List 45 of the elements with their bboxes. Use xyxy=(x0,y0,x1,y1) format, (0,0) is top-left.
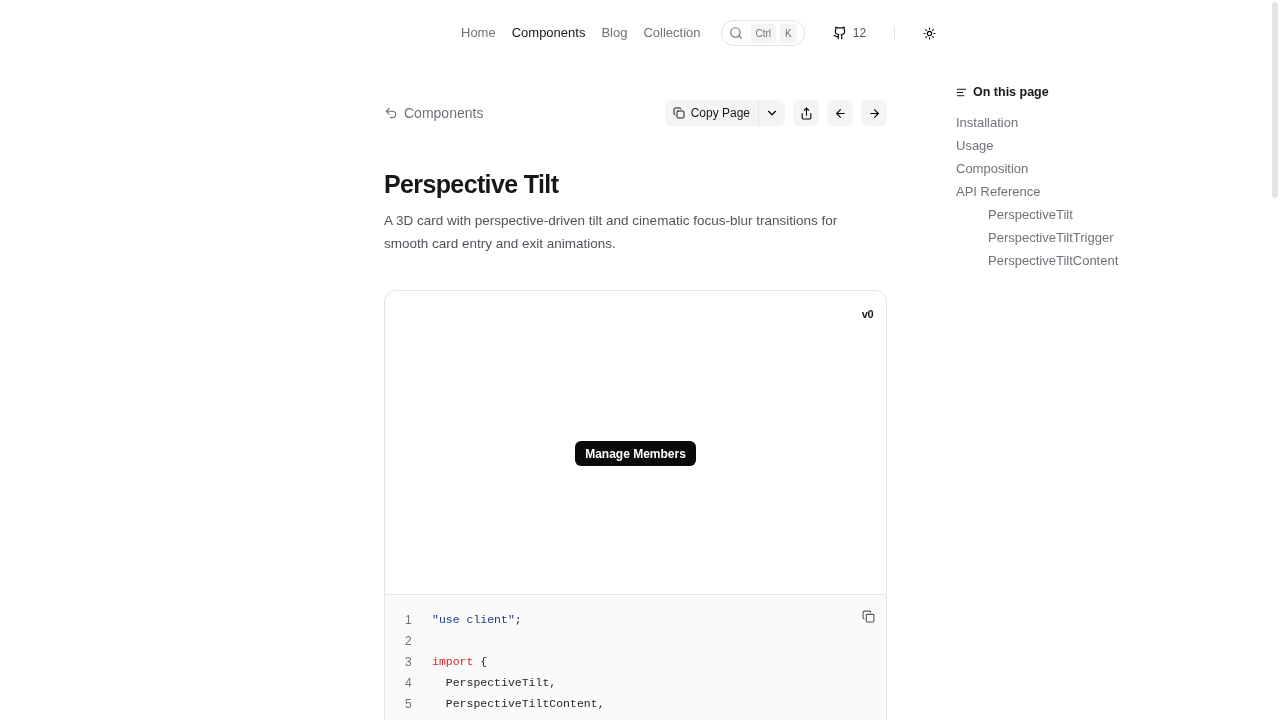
star-count: 12 xyxy=(852,25,867,42)
github-link[interactable]: 12 xyxy=(832,24,867,42)
github-icon xyxy=(832,26,847,40)
share-icon xyxy=(799,106,813,120)
manage-members-button[interactable]: Manage Members xyxy=(575,441,696,466)
toc-link[interactable]: PerspectiveTiltTrigger xyxy=(988,226,1114,249)
line-number: 5 xyxy=(404,695,413,713)
page-description: A 3D card with perspective-driven tilt and cinematic focus-blur transitions for smooth card entry and exit animations. xyxy=(384,212,839,253)
next-button[interactable] xyxy=(861,100,887,126)
toc-link[interactable]: API Reference xyxy=(956,180,1041,203)
key-hint: K xyxy=(780,23,797,43)
code-line: "use client"; xyxy=(432,611,522,628)
line-number: 1 xyxy=(404,611,413,629)
copy-code-button[interactable] xyxy=(862,610,875,623)
nav-link[interactable]: Home xyxy=(461,23,496,43)
copy-icon xyxy=(672,107,685,119)
line-number: 2 xyxy=(404,632,413,650)
line-number: 3 xyxy=(404,653,413,671)
back-link[interactable]: Components xyxy=(384,102,484,124)
line-number: 4 xyxy=(404,674,413,692)
share-button[interactable] xyxy=(793,100,819,126)
arrow-right-icon xyxy=(867,106,881,120)
theme-toggle[interactable] xyxy=(923,26,937,40)
sun-icon xyxy=(923,26,937,40)
key-hint: Ctrl xyxy=(750,23,777,43)
toc-link[interactable]: PerspectiveTilt xyxy=(988,203,1073,226)
search-icon xyxy=(728,26,743,40)
list-icon xyxy=(956,86,967,98)
toc-link[interactable]: Usage xyxy=(956,134,994,157)
copy-icon xyxy=(862,610,875,623)
v0-logo[interactable]: v0 xyxy=(861,306,873,323)
nav-link[interactable]: Components xyxy=(511,23,586,43)
code-line: import { xyxy=(432,653,488,670)
previous-button[interactable] xyxy=(827,100,853,126)
code-line: PerspectiveTilt, xyxy=(444,674,557,691)
arrow-left-icon xyxy=(833,106,847,120)
nav-link[interactable]: Collection xyxy=(643,23,701,43)
nav-link[interactable]: Blog xyxy=(601,23,628,43)
code-line: PerspectiveTiltContent, xyxy=(444,695,605,712)
toc-title: On this page xyxy=(973,83,1049,101)
page-title: Perspective Tilt xyxy=(384,169,560,200)
toc-link[interactable]: Composition xyxy=(956,157,1029,180)
toc-link[interactable]: Installation xyxy=(956,111,1019,134)
toc-link[interactable]: PerspectiveTiltContent xyxy=(988,249,1119,272)
return-icon xyxy=(384,106,398,120)
